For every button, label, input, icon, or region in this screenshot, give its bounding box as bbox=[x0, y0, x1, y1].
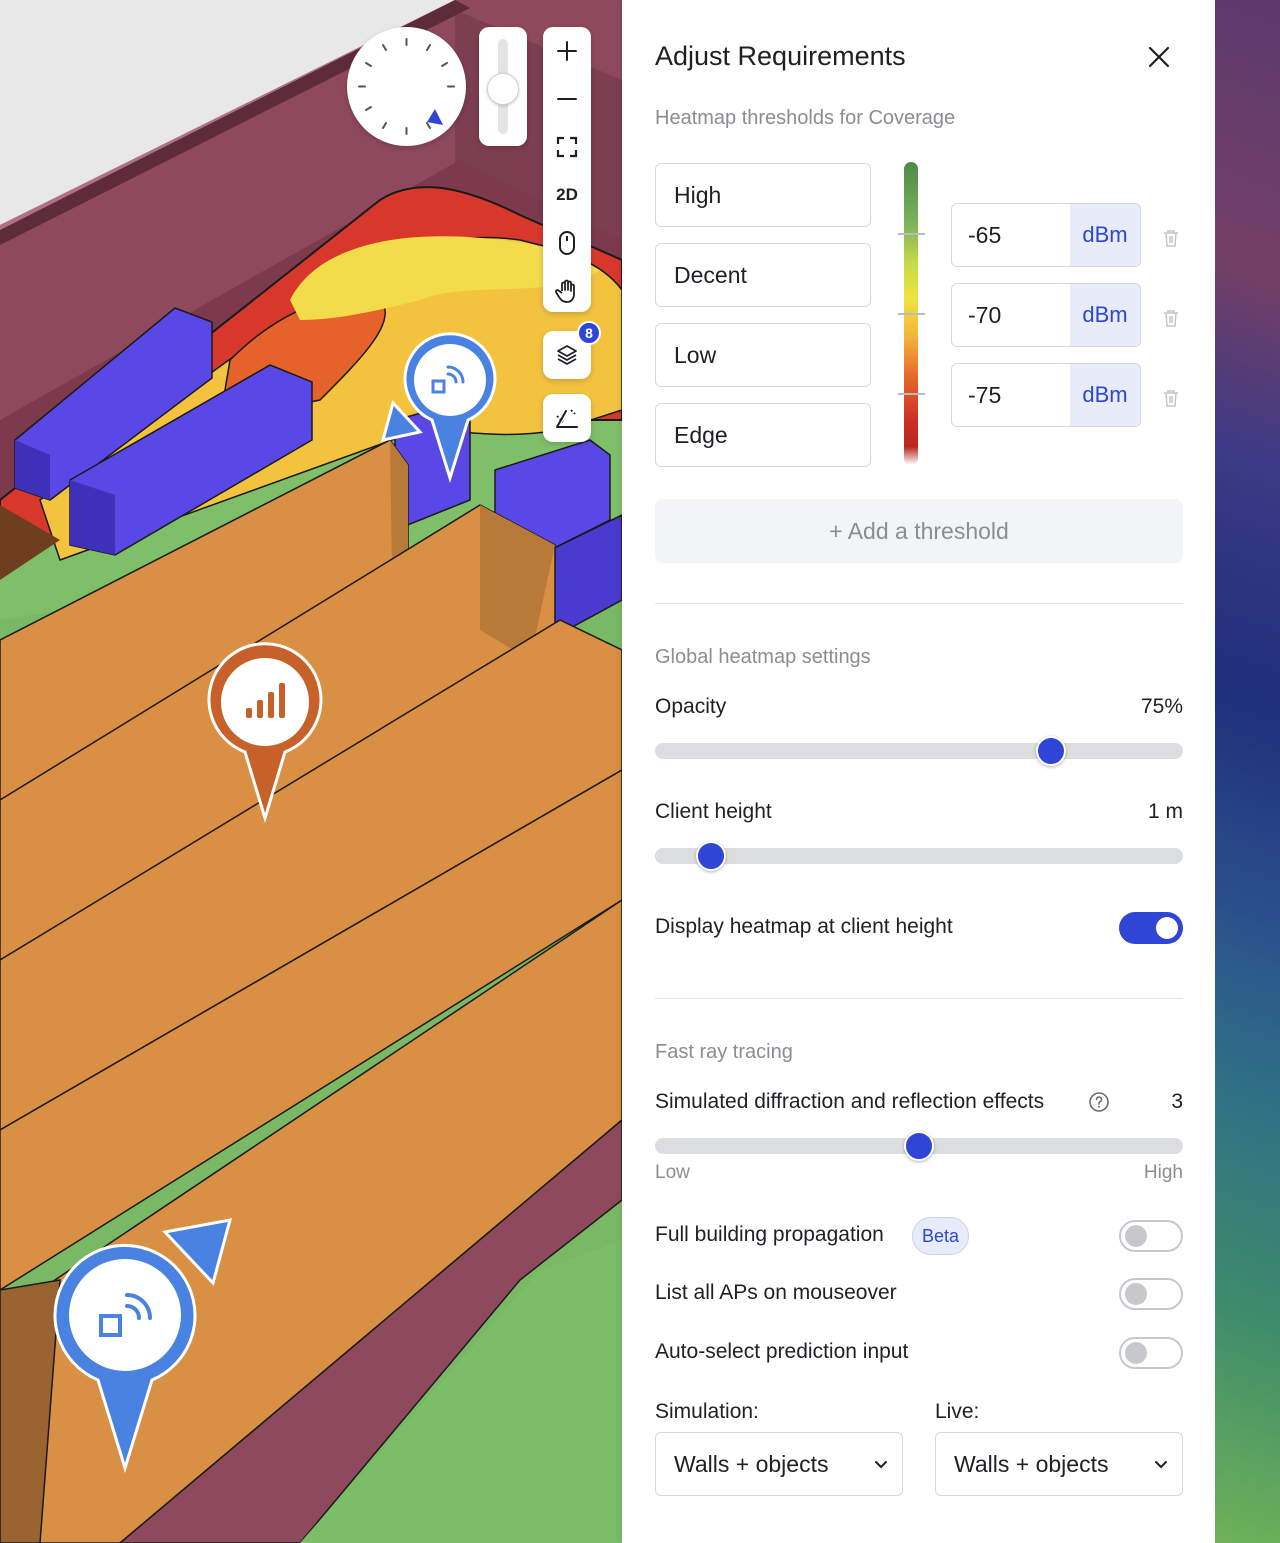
simulation-select-value: Walls + objects bbox=[674, 1450, 829, 1477]
zoom-out-button[interactable] bbox=[543, 75, 591, 123]
fit-view-button[interactable] bbox=[543, 123, 591, 171]
threshold-dbm-input-3[interactable]: -75 dBm bbox=[951, 363, 1141, 427]
display-heatmap-label: Display heatmap at client height bbox=[655, 915, 953, 938]
map-toolbar: 2D bbox=[543, 27, 591, 312]
dbm-value[interactable]: -75 bbox=[952, 364, 1070, 426]
compass-ticks-icon bbox=[358, 38, 455, 135]
dbm-value[interactable]: -65 bbox=[952, 204, 1070, 266]
trash-icon bbox=[1164, 390, 1178, 407]
gradient-tick bbox=[898, 313, 925, 315]
panel-title: Adjust Requirements bbox=[655, 41, 906, 71]
opacity-slider[interactable] bbox=[655, 736, 1183, 766]
tilt-slider[interactable] bbox=[479, 27, 527, 146]
live-select-value: Walls + objects bbox=[954, 1450, 1109, 1477]
add-threshold-button[interactable]: + Add a threshold bbox=[655, 499, 1183, 563]
delete-threshold-button[interactable] bbox=[1159, 386, 1183, 410]
dbm-unit: dBm bbox=[1070, 284, 1140, 346]
help-icon[interactable] bbox=[1088, 1091, 1110, 1113]
display-heatmap-toggle[interactable] bbox=[1119, 912, 1183, 944]
desktop-wallpaper bbox=[1215, 0, 1280, 1543]
list-aps-toggle[interactable] bbox=[1119, 1278, 1183, 1310]
ray-tracing-section-label: Fast ray tracing bbox=[655, 1041, 793, 1063]
threshold-name-decent[interactable]: Decent bbox=[655, 243, 871, 307]
mouse-mode-button[interactable] bbox=[543, 219, 591, 267]
client-height-slider[interactable] bbox=[655, 841, 1183, 871]
mouse-icon bbox=[559, 231, 575, 255]
beta-badge: Beta bbox=[912, 1217, 969, 1255]
auto-select-label: Auto-select prediction input bbox=[655, 1340, 909, 1363]
simulation-label: Simulation: bbox=[655, 1400, 759, 1423]
diffraction-slider[interactable] bbox=[655, 1131, 1183, 1161]
client-height-value: 1 m bbox=[1147, 800, 1183, 823]
plus-icon bbox=[557, 41, 577, 61]
live-label: Live: bbox=[935, 1400, 980, 1423]
coverage-section-label: Heatmap thresholds for Coverage bbox=[655, 107, 956, 129]
hand-icon bbox=[555, 279, 575, 303]
2d-label: 2D bbox=[556, 185, 578, 204]
layers-icon bbox=[557, 345, 577, 365]
pan-mode-button[interactable] bbox=[543, 267, 591, 315]
threshold-name-edge[interactable]: Edge bbox=[655, 403, 871, 467]
threshold-name-high[interactable]: High bbox=[655, 163, 871, 227]
live-select[interactable]: Walls + objects bbox=[935, 1432, 1183, 1496]
diffraction-label: Simulated diffraction and reflection eff… bbox=[655, 1090, 1045, 1113]
simulation-select[interactable]: Walls + objects bbox=[655, 1432, 903, 1496]
floor-scene[interactable] bbox=[0, 0, 622, 1543]
client-height-label: Client height bbox=[655, 800, 772, 823]
delete-threshold-button[interactable] bbox=[1159, 226, 1183, 250]
section-divider bbox=[655, 998, 1183, 999]
section-divider bbox=[655, 603, 1183, 604]
delete-threshold-button[interactable] bbox=[1159, 306, 1183, 330]
chevron-down-icon bbox=[875, 1461, 887, 1469]
slider-high-label: High bbox=[1143, 1162, 1183, 1183]
trash-icon bbox=[1164, 310, 1178, 327]
dbm-unit: dBm bbox=[1070, 364, 1140, 426]
list-aps-label: List all APs on mouseover bbox=[655, 1281, 897, 1304]
gradient-tick bbox=[898, 233, 925, 235]
close-icon bbox=[1148, 46, 1170, 68]
fullscreen-icon bbox=[556, 136, 578, 158]
tilt-handle[interactable] bbox=[487, 73, 519, 105]
opacity-value: 75% bbox=[1140, 695, 1183, 718]
angle-measure-icon bbox=[556, 409, 578, 428]
auto-select-toggle[interactable] bbox=[1119, 1337, 1183, 1369]
zoom-in-button[interactable] bbox=[543, 27, 591, 75]
chevron-down-icon bbox=[1155, 1461, 1167, 1469]
opacity-slider-handle[interactable] bbox=[1036, 736, 1066, 766]
layers-button[interactable]: 8 bbox=[543, 321, 601, 379]
minus-icon bbox=[557, 98, 577, 100]
dbm-unit: dBm bbox=[1070, 204, 1140, 266]
full-building-label: Full building propagation bbox=[655, 1223, 884, 1246]
full-building-toggle[interactable] bbox=[1119, 1220, 1183, 1252]
client-height-slider-handle[interactable] bbox=[695, 841, 726, 871]
dbm-value[interactable]: -70 bbox=[952, 284, 1070, 346]
threshold-name-low[interactable]: Low bbox=[655, 323, 871, 387]
slider-low-label: Low bbox=[655, 1162, 690, 1183]
trash-icon bbox=[1164, 230, 1178, 247]
adjust-requirements-panel: Adjust Requirements Heatmap thresholds f… bbox=[622, 0, 1215, 1543]
close-button[interactable] bbox=[1142, 40, 1176, 74]
compass-dial[interactable] bbox=[347, 27, 466, 146]
toggle-2d-button[interactable]: 2D bbox=[543, 171, 591, 219]
diffraction-slider-handle[interactable] bbox=[904, 1131, 934, 1161]
diffraction-value: 3 bbox=[1171, 1090, 1183, 1113]
gradient-tick bbox=[898, 393, 925, 395]
3d-viewport[interactable]: 2D 8 bbox=[0, 0, 622, 1543]
threshold-dbm-input-2[interactable]: -70 dBm bbox=[951, 283, 1141, 347]
global-section-label: Global heatmap settings bbox=[655, 646, 871, 668]
layers-count-badge: 8 bbox=[577, 321, 601, 345]
threshold-dbm-input-1[interactable]: -65 dBm bbox=[951, 203, 1141, 267]
measure-angle-button[interactable] bbox=[543, 394, 591, 442]
opacity-label: Opacity bbox=[655, 695, 727, 718]
